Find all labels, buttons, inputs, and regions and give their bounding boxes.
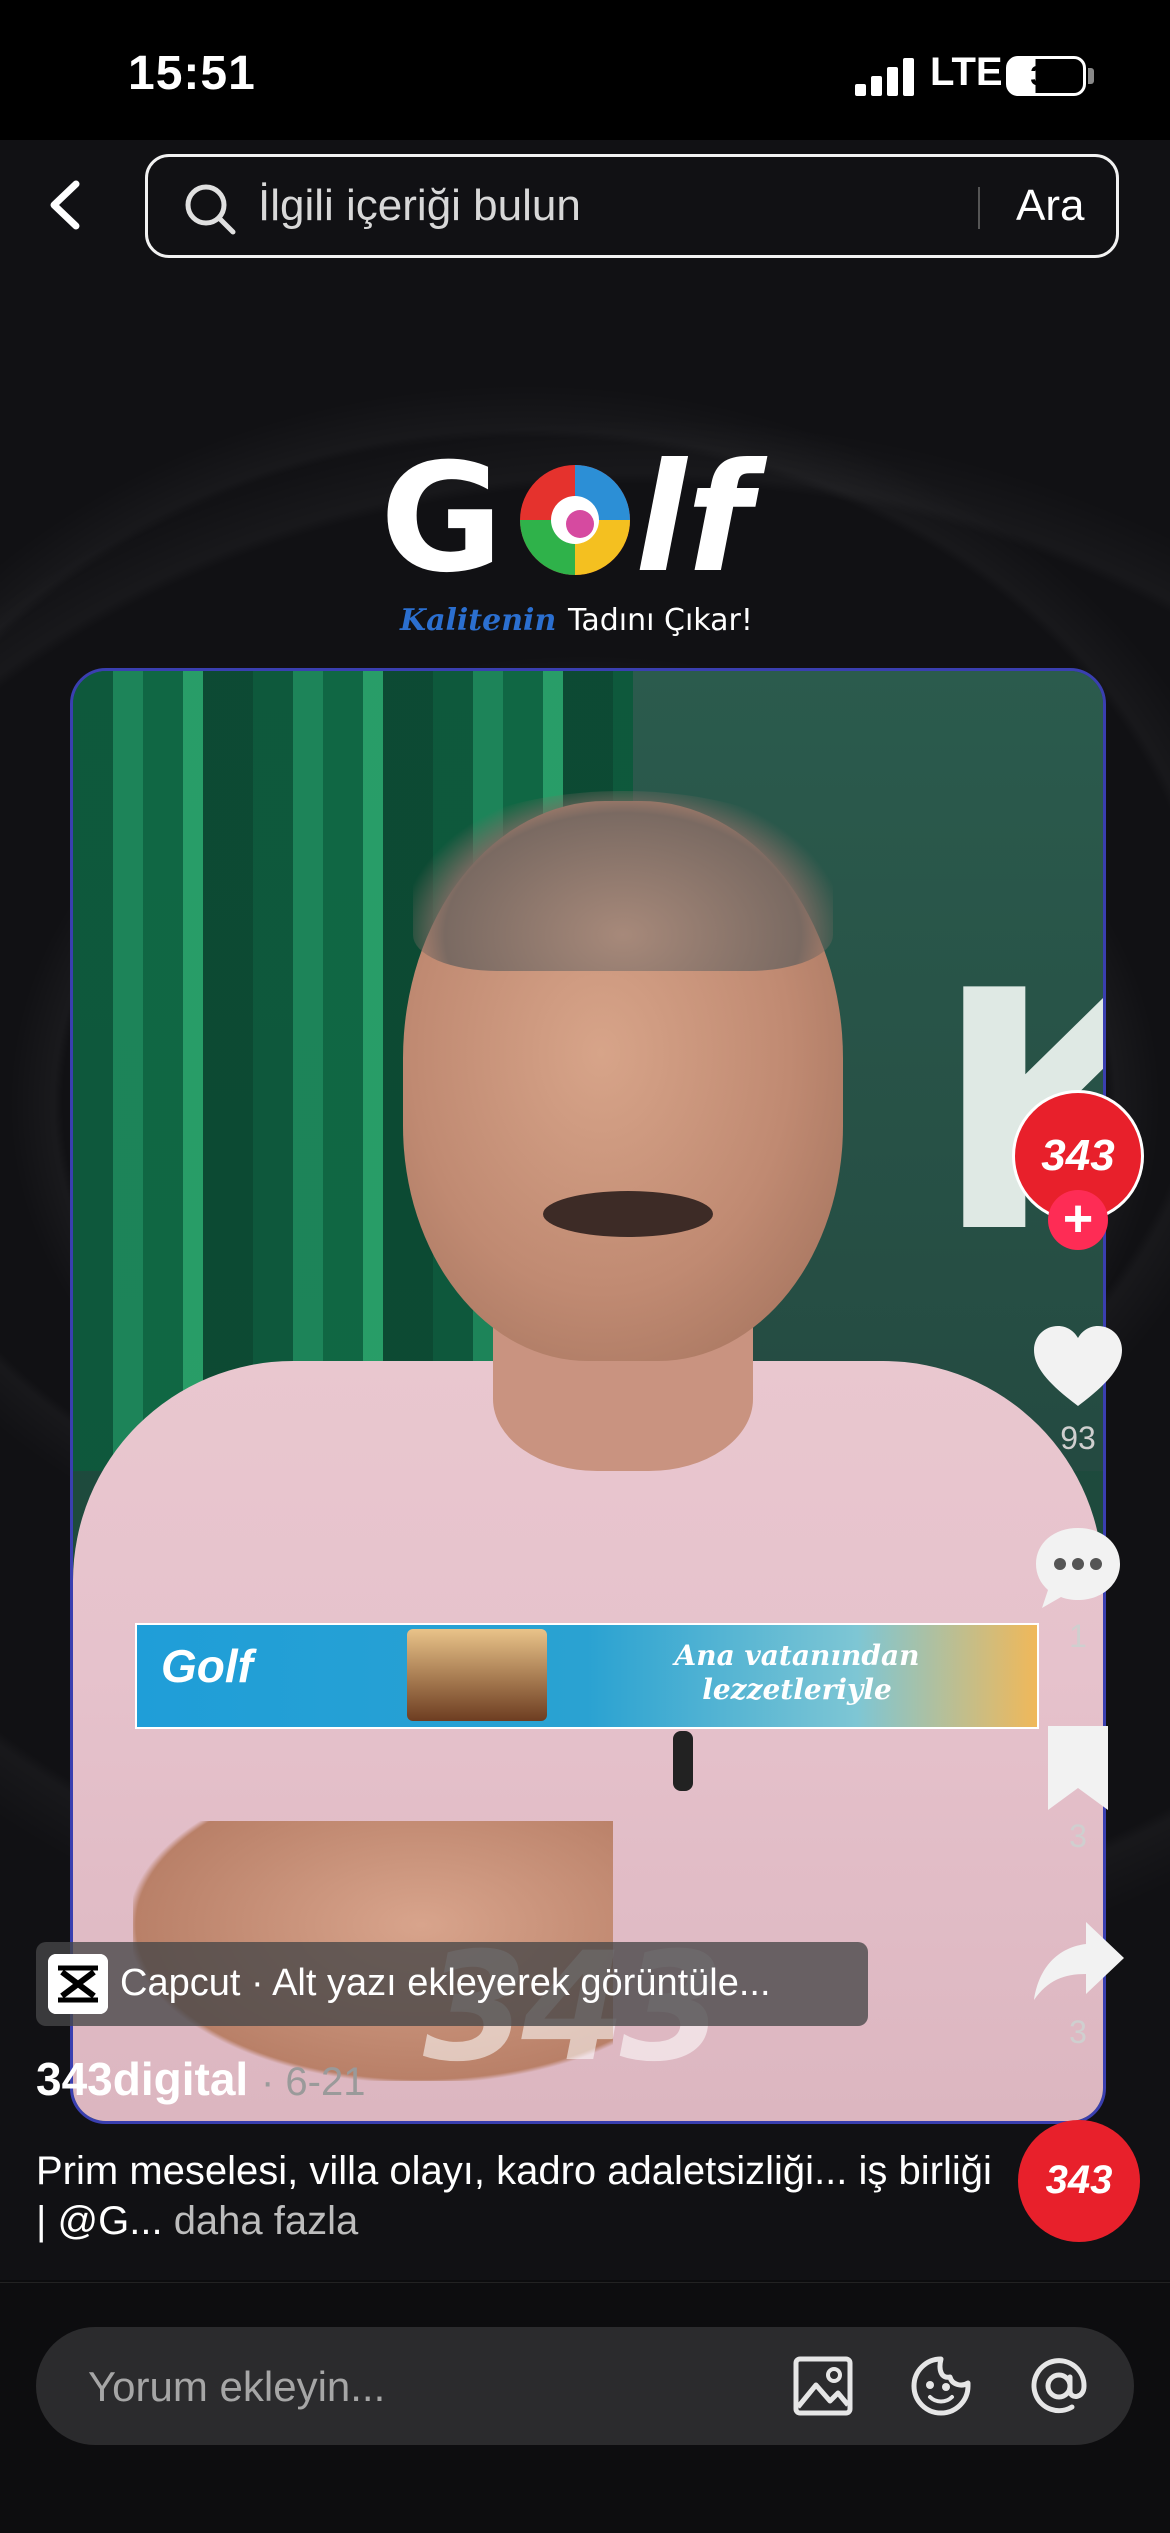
battery-cap	[1088, 68, 1094, 84]
back-button[interactable]	[36, 170, 96, 240]
status-bar: 15:51 LTE 36	[0, 0, 1170, 140]
share-arrow-icon	[1034, 1922, 1124, 2000]
signal-icon	[855, 58, 915, 96]
comment-input-box[interactable]: Yorum ekleyin...	[36, 2327, 1134, 2445]
like-count: 93	[1060, 1420, 1096, 1456]
svg-text:lf: lf	[635, 432, 767, 606]
like-button[interactable]	[1028, 1318, 1128, 1418]
post-date: · 6-21	[260, 2060, 366, 2104]
lapel-mic	[673, 1731, 693, 1791]
chevron-left-icon	[50, 180, 80, 230]
save-button[interactable]	[1028, 1718, 1128, 1818]
author-name[interactable]: 343digital	[36, 2053, 248, 2105]
status-time: 15:51	[128, 47, 256, 100]
person-mustache	[543, 1191, 713, 1237]
avatar-text: 343	[1041, 1131, 1115, 1180]
ad-tagline-blue: Kalitenin	[399, 603, 556, 638]
capcut-icon	[48, 1954, 108, 2014]
mention-icon[interactable]	[1026, 2353, 1092, 2419]
person-hair	[413, 791, 833, 971]
search-divider	[978, 187, 980, 229]
capcut-tag[interactable]: Capcut · Alt yazı ekleyerek görüntüle...	[36, 1942, 868, 2026]
comment-bar: Yorum ekleyin...	[0, 2282, 1170, 2533]
network-label: LTE	[930, 50, 1003, 94]
video-ad-banner: Golf Ana vatanından lezzetleriyle	[135, 1623, 1039, 1729]
share-count: 3	[1069, 2014, 1087, 2050]
ad-tagline-white: Tadını Çıkar!	[567, 603, 753, 638]
music-disc[interactable]: 343	[1018, 2120, 1140, 2242]
comment-button[interactable]	[1028, 1518, 1128, 1618]
heart-icon	[1034, 1326, 1122, 1406]
more-link[interactable]: daha fazla	[174, 2199, 359, 2243]
plus-icon: +	[1062, 1190, 1094, 1248]
save-count: 3	[1069, 1818, 1087, 1854]
comment-count: 1	[1069, 1618, 1087, 1654]
music-disc-text: 343	[1045, 2158, 1113, 2202]
golf-ad-logo[interactable]: G lf Kalitenin Tadını Çıkar!	[380, 420, 820, 650]
ad-banner-text: Ana vatanından lezzetleriyle	[674, 1639, 920, 1706]
follow-button[interactable]: +	[1048, 1190, 1108, 1250]
share-button[interactable]	[1028, 1912, 1128, 2012]
product-box-image	[407, 1629, 547, 1721]
search-button[interactable]: Ara	[1016, 181, 1084, 231]
battery-icon: 36	[1006, 56, 1086, 96]
search-input[interactable]: İlgili içeriği bulun	[258, 181, 581, 231]
post-caption[interactable]: Prim meselesi, villa olayı, kadro adalet…	[36, 2146, 996, 2246]
video-player[interactable]: KU Golf Ana vatanından lezzetleriyle 343	[70, 668, 1106, 2124]
image-icon[interactable]	[790, 2353, 856, 2419]
author-line: 343digital · 6-21	[36, 2052, 365, 2106]
emoji-icon[interactable]	[908, 2353, 974, 2419]
search-bar[interactable]: İlgili içeriği bulun Ara	[145, 154, 1119, 258]
comment-input[interactable]: Yorum ekleyin...	[88, 2363, 385, 2411]
bookmark-icon	[1048, 1726, 1108, 1810]
ad-banner-brand: Golf	[161, 1640, 253, 1692]
capcut-label: Capcut · Alt yazı ekleyerek görüntüle...	[120, 1962, 771, 2004]
svg-text:G: G	[380, 432, 503, 606]
battery-level: 36	[1030, 60, 1062, 91]
search-icon	[185, 184, 236, 235]
